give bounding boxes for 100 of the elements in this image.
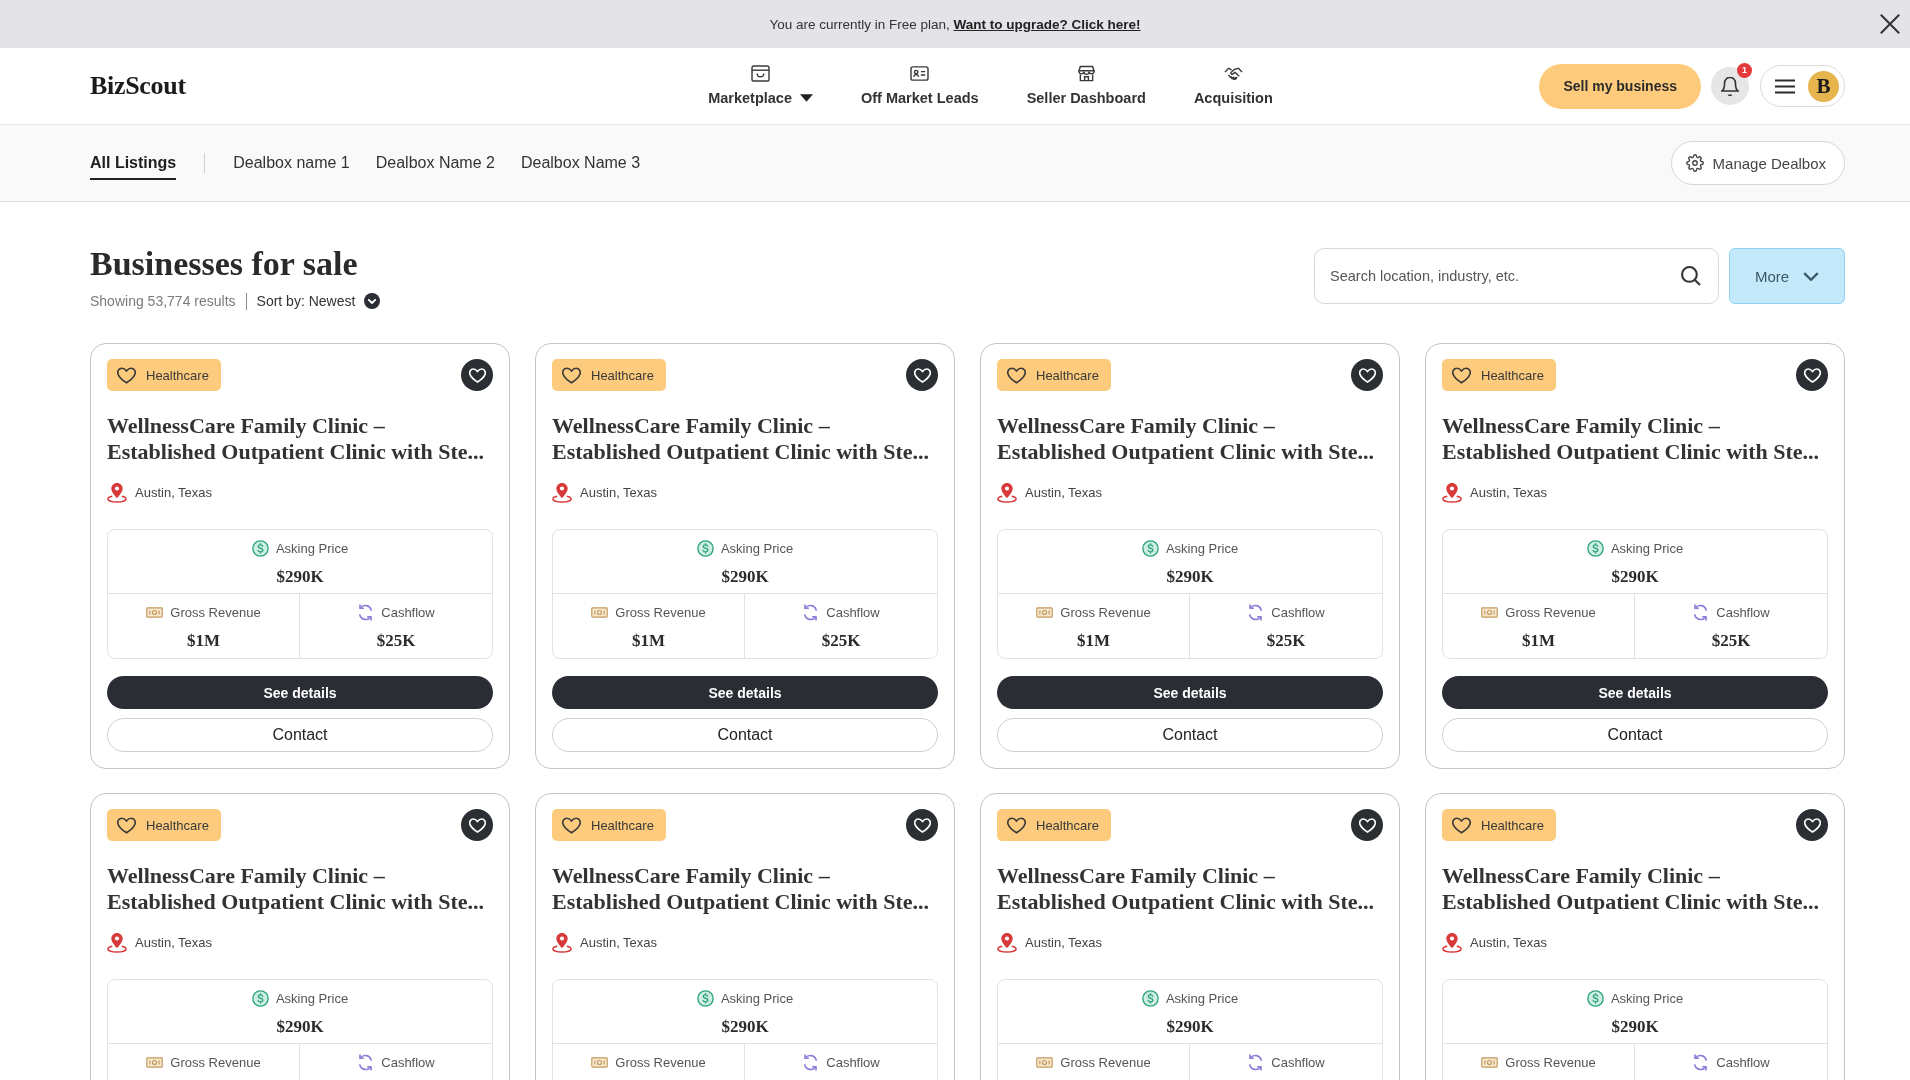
listing-title: WellnessCare Family Clinic – Established Outpatient Clinic with Ste... <box>1442 413 1821 465</box>
tab[interactable]: Dealbox Name 3 <box>520 146 641 180</box>
manage-dealbox-button[interactable]: Manage Dealbox <box>1670 141 1845 185</box>
page-title: Businesses for sale <box>90 244 359 284</box>
heart-icon <box>468 367 486 383</box>
nav-item[interactable]: Off Market Leads <box>860 65 979 107</box>
stat-value: $25K <box>1266 631 1306 651</box>
upgrade-link[interactable]: Want to upgrade? Click here! <box>953 16 1141 32</box>
plan-notice: You are currently in Free plan, Want to upgrade? Click here! <box>769 16 1141 32</box>
heart-icon <box>1007 366 1026 384</box>
search-icon[interactable] <box>1681 266 1701 286</box>
search-field[interactable]: Search location, industry, etc. <box>1314 248 1719 304</box>
location-pin-icon <box>997 481 1017 503</box>
details-button[interactable]: See details <box>552 676 938 709</box>
favorite-button[interactable] <box>906 359 938 391</box>
nav-item[interactable]: Acquisition <box>1193 65 1273 107</box>
details-button[interactable]: See details <box>997 676 1383 709</box>
details-button[interactable]: See details <box>1442 676 1828 709</box>
stat-value: $25K <box>821 631 861 651</box>
logo[interactable]: BizScout <box>90 71 186 101</box>
caret-icon <box>799 94 813 102</box>
stat-value: $1M <box>631 631 665 651</box>
heart-icon <box>1007 816 1026 834</box>
chevron-down-circle-icon <box>364 293 381 309</box>
favorite-button[interactable] <box>461 809 493 841</box>
heart-icon <box>913 367 931 383</box>
stat-label: Asking Price <box>1165 540 1239 556</box>
stat-label: Cashflow <box>1716 604 1770 620</box>
location-pin-icon <box>1442 481 1462 503</box>
dollar-coin-icon <box>1586 539 1604 557</box>
stat-label: Gross Revenue <box>615 1054 706 1070</box>
location-pin-icon <box>107 481 127 503</box>
sell-button[interactable]: Sell my business <box>1539 63 1701 109</box>
refresh-arrows-icon <box>357 1053 375 1071</box>
category-name: Healthcare <box>1036 367 1099 383</box>
refresh-arrows-icon <box>1692 603 1710 621</box>
location-text: Austin, Texas <box>1470 484 1548 500</box>
dollar-coin-icon <box>1141 989 1159 1007</box>
contact-button[interactable]: Contact <box>107 718 493 752</box>
listing-title: WellnessCare Family Clinic – Established Outpatient Clinic with Ste... <box>107 863 486 915</box>
stat-value: $25K <box>376 631 416 651</box>
favorite-button[interactable] <box>1351 359 1383 391</box>
stat-value: $1M <box>186 631 220 651</box>
stat-label: Gross Revenue <box>170 1054 261 1070</box>
stat-label: Gross Revenue <box>1060 604 1151 620</box>
stat-label: Cashflow <box>826 604 880 620</box>
location-pin-icon <box>552 931 572 953</box>
tab[interactable]: Dealbox Name 2 <box>375 146 495 180</box>
stat-label: Cashflow <box>1271 1054 1325 1070</box>
handshake-icon <box>1223 65 1243 82</box>
heart-icon <box>1803 367 1821 383</box>
heart-icon <box>1358 367 1376 383</box>
contact-button[interactable]: Contact <box>997 718 1383 752</box>
stat-label: Cashflow <box>1271 604 1325 620</box>
stat-value: $290K <box>1166 1017 1214 1037</box>
location-text: Austin, Texas <box>1025 484 1103 500</box>
stat-label: Asking Price <box>720 990 794 1006</box>
location-text: Austin, Texas <box>1025 934 1103 950</box>
stat-label: Asking Price <box>275 990 349 1006</box>
account-menu-button[interactable]: B <box>1760 65 1845 107</box>
favorite-button[interactable] <box>461 359 493 391</box>
tab[interactable]: Dealbox name 1 <box>233 146 350 180</box>
settings-icon <box>1685 154 1704 172</box>
close-icon[interactable] <box>1879 13 1901 35</box>
notification-badge: 1 <box>1737 63 1752 78</box>
stat-label: Asking Price <box>275 540 349 556</box>
refresh-arrows-icon <box>1247 603 1265 621</box>
stat-value: $25K <box>1711 631 1751 651</box>
favorite-button[interactable] <box>1796 809 1828 841</box>
category-name: Healthcare <box>1481 817 1544 833</box>
more-button[interactable]: More <box>1729 248 1845 304</box>
stat-label: Gross Revenue <box>615 604 706 620</box>
avatar: B <box>1808 70 1839 102</box>
location-pin-icon <box>552 481 572 503</box>
location-text: Austin, Texas <box>1470 934 1548 950</box>
stat-value: $1M <box>1521 631 1555 651</box>
category-name: Healthcare <box>146 817 209 833</box>
nav-item[interactable]: Seller Dashboard <box>1026 65 1146 107</box>
category-name: Healthcare <box>146 367 209 383</box>
dollar-coin-icon <box>1141 539 1159 557</box>
stat-value: $290K <box>276 1017 324 1037</box>
category-name: Healthcare <box>1036 817 1099 833</box>
stat-label: Gross Revenue <box>1505 604 1596 620</box>
favorite-button[interactable] <box>1351 809 1383 841</box>
contact-button[interactable]: Contact <box>1442 718 1828 752</box>
dollar-coin-icon <box>696 989 714 1007</box>
favorite-button[interactable] <box>906 809 938 841</box>
sort-dropdown[interactable]: Sort by: Newest <box>256 293 381 309</box>
location-text: Austin, Texas <box>135 484 213 500</box>
tab[interactable]: All Listings <box>90 146 177 180</box>
stat-value: $290K <box>276 567 324 587</box>
favorite-button[interactable] <box>1796 359 1828 391</box>
details-button[interactable]: See details <box>107 676 493 709</box>
results-count: Showing 53,774 results <box>90 293 236 309</box>
listing-title: WellnessCare Family Clinic – Established Outpatient Clinic with Ste... <box>552 413 931 465</box>
id-card-icon <box>910 65 930 82</box>
contact-button[interactable]: Contact <box>552 718 938 752</box>
nav-item[interactable]: Marketplace <box>708 65 813 107</box>
stat-value: $290K <box>1611 567 1659 587</box>
stat-value: $1M <box>1076 631 1110 651</box>
